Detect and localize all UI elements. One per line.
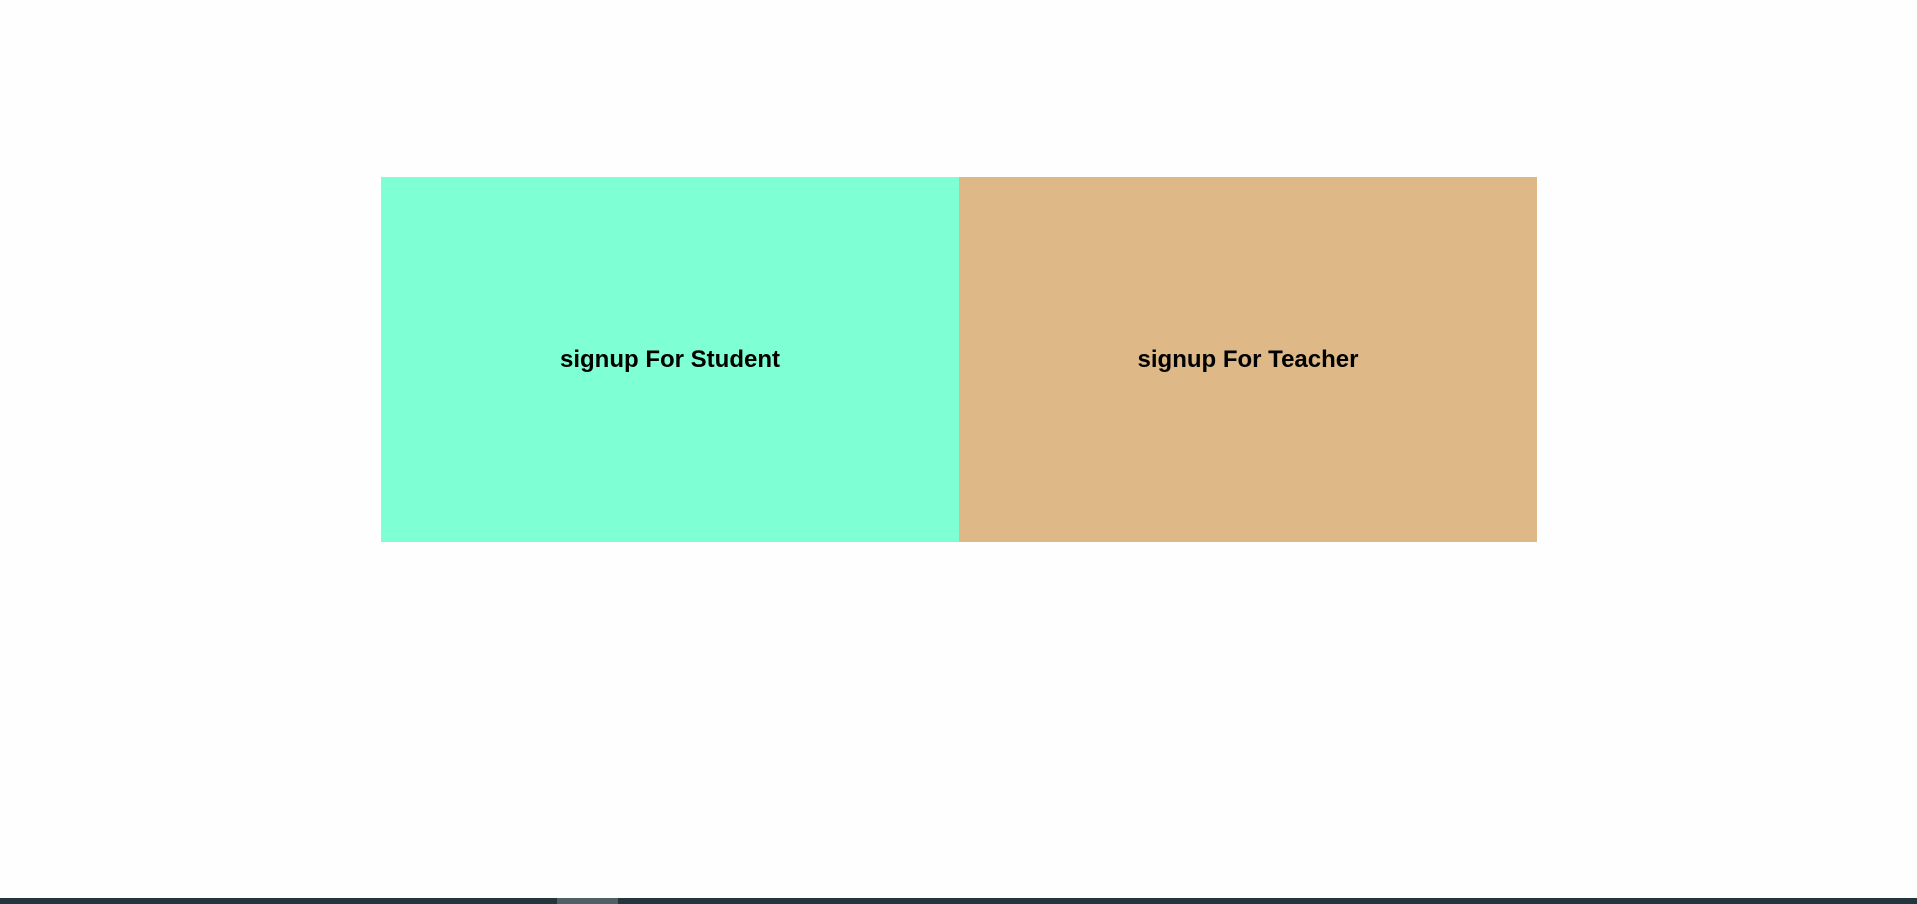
signup-teacher-button[interactable]: signup For Teacher: [959, 177, 1537, 542]
scrollbar-thumb[interactable]: [557, 898, 618, 904]
signup-student-button[interactable]: signup For Student: [381, 177, 959, 542]
signup-teacher-label: signup For Teacher: [1137, 345, 1359, 373]
horizontal-scrollbar[interactable]: [0, 898, 1917, 904]
signup-student-label: signup For Student: [560, 345, 780, 373]
